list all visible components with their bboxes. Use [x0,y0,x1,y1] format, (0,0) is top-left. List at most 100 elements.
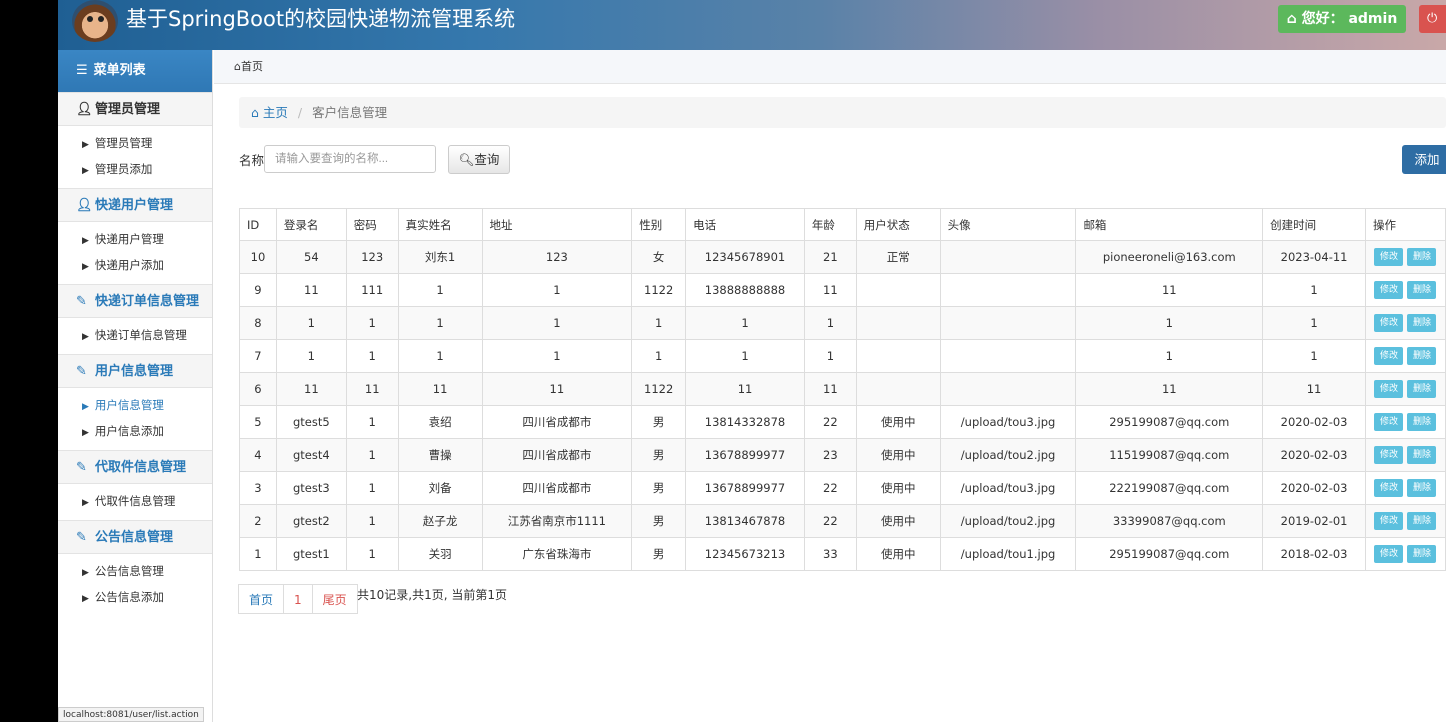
delete-button[interactable]: 删除 [1407,479,1437,497]
sidebar-group-title[interactable]: ✎ 快递订单信息管理 [58,284,212,318]
user-icon: 👤︎ [76,198,93,213]
sidebar-item[interactable]: ▶ 管理员添加 [58,156,212,182]
last-page-link[interactable]: 尾页 [311,584,358,614]
table-cell: 1 [345,471,399,505]
delete-button[interactable]: 删除 [1407,347,1437,365]
edit-button[interactable]: 修改 [1374,314,1404,332]
table-cell: 正常 [855,240,941,274]
table-cell: 2020-02-03 [1262,438,1366,472]
page-number-link[interactable]: 1 [283,584,313,614]
column-header: 年龄 [803,208,857,241]
column-header: 头像 [939,208,1077,241]
actions-cell: 修改 删除 [1364,339,1446,373]
edit-button[interactable]: 修改 [1374,446,1404,464]
actions-cell: 修改 删除 [1364,372,1446,406]
table-cell: gtest5 [275,405,347,439]
user-greeting-button[interactable]: ⌂ 您好： admin [1278,5,1406,33]
sidebar-item-label: 快递订单信息管理 [94,328,187,342]
edit-button[interactable]: 修改 [1374,281,1404,299]
sidebar-group-title[interactable]: 👤︎ 快递用户管理 [58,188,212,222]
sidebar-item[interactable]: ▶ 公告信息管理 [58,558,212,584]
table-cell: 13678899977 [685,438,805,472]
table-cell [939,306,1077,340]
table-header-row: ID 登录名 密码 真实姓名 地址 性别 电话 年龄 用户状态 头像 邮箱 创建时间 操作 [239,208,1446,241]
top-breadcrumb-label[interactable]: 首页 [241,60,263,73]
delete-button[interactable]: 删除 [1407,281,1437,299]
delete-button[interactable]: 删除 [1407,380,1437,398]
actions-cell: 修改 删除 [1364,405,1446,439]
table-cell [855,339,941,373]
pagination: 首页 1 尾页 [238,584,358,614]
table-row: 10 54 123 刘东1 123 女 12345678901 21 正常 pioneeronel… [239,240,1446,274]
delete-button[interactable]: 删除 [1407,413,1437,431]
table-cell: 12345673213 [685,537,805,571]
table-cell: 2023-04-11 [1262,240,1366,274]
column-header: 密码 [345,208,399,241]
table-cell: 1 [345,537,399,571]
edit-button[interactable]: 修改 [1374,413,1404,431]
table-cell: 13888888888 [685,273,805,307]
table-cell: 刘东1 [397,240,483,274]
actions-cell: 修改 删除 [1364,306,1446,340]
delete-button[interactable]: 删除 [1407,545,1437,563]
edit-button[interactable]: 修改 [1374,347,1404,365]
sidebar-group-title[interactable]: 👤︎ 管理员管理 [58,92,212,126]
edit-button[interactable]: 修改 [1374,512,1404,530]
edit-icon: ✎ [76,530,87,545]
sidebar-item-label: 公告信息管理 [94,564,164,578]
sidebar-item[interactable]: ▶ 快递用户管理 [58,226,212,252]
table-cell: 7 [239,339,277,373]
sidebar-item-label: 公告信息添加 [94,590,164,604]
first-page-link[interactable]: 首页 [238,584,285,614]
sidebar-item-label: 用户信息添加 [94,424,164,438]
sidebar-group-title[interactable]: ✎ 公告信息管理 [58,520,212,554]
table-cell: gtest1 [275,537,347,571]
sidebar-item[interactable]: ▶ 快递订单信息管理 [58,322,212,348]
caret-right-icon: ▶ [82,428,89,438]
table-cell: 曹操 [397,438,483,472]
delete-button[interactable]: 删除 [1407,248,1437,266]
sidebar-item[interactable]: ▶ 管理员管理 [58,130,212,156]
delete-button[interactable]: 删除 [1407,314,1437,332]
sidebar-item[interactable]: ▶ 代取件信息管理 [58,488,212,514]
edit-button[interactable]: 修改 [1374,545,1404,563]
search-input[interactable] [264,145,436,173]
edit-button[interactable]: 修改 [1374,479,1404,497]
table-cell: 11 [1262,372,1366,406]
sidebar-group-items: ▶ 快递用户管理 ▶ 快递用户添加 [58,222,212,284]
edit-button[interactable]: 修改 [1374,380,1404,398]
table-cell: 10 [239,240,277,274]
table-cell: /upload/tou3.jpg [939,405,1077,439]
actions-cell: 修改 删除 [1364,240,1446,274]
add-button[interactable]: 添加 [1402,145,1446,174]
sidebar-item-label: 快递用户管理 [94,232,164,246]
delete-button[interactable]: 删除 [1407,446,1437,464]
table-cell: 222199087@qq.com [1075,471,1264,505]
delete-button[interactable]: 删除 [1407,512,1437,530]
table-cell: 1 [1075,306,1264,340]
menu-header: ☰ 菜单列表 [58,50,212,92]
sidebar-item-label: 管理员管理 [94,136,153,150]
table-cell: 男 [631,504,687,538]
sidebar-item-label: 管理员添加 [94,162,153,176]
search-button[interactable]: 🔍︎查询 [448,145,510,174]
search-button-label: 查询 [474,152,500,167]
sidebar-group-title[interactable]: ✎ 用户信息管理 [58,354,212,388]
logo-eye [98,16,104,22]
table-cell: pioneeroneli@163.com [1075,240,1264,274]
table-cell: 5 [239,405,277,439]
table-cell: 1 [803,339,857,373]
table-cell: 1 [1262,273,1366,307]
table-row: 9 11 111 1 1 1122 13888888888 11 11 1 修改 删除 [239,273,1446,307]
actions-cell: 修改 删除 [1364,537,1446,571]
sidebar-group-title[interactable]: ✎ 代取件信息管理 [58,450,212,484]
sidebar-item[interactable]: ▶ 公告信息添加 [58,584,212,610]
sidebar-item[interactable]: ▶ 快递用户添加 [58,252,212,278]
breadcrumb-home-link[interactable]: 主页 [263,105,288,120]
sidebar-item[interactable]: ▶ 用户信息添加 [58,418,212,444]
edit-button[interactable]: 修改 [1374,248,1404,266]
logout-button[interactable]: ⏻ [1419,5,1446,33]
sidebar-item[interactable]: ▶ 用户信息管理 [58,392,212,418]
table-cell: 使用中 [855,504,941,538]
header: 基于SpringBoot的校园快递物流管理系统 ⌂ 您好： admin ⏻ [58,0,1446,50]
